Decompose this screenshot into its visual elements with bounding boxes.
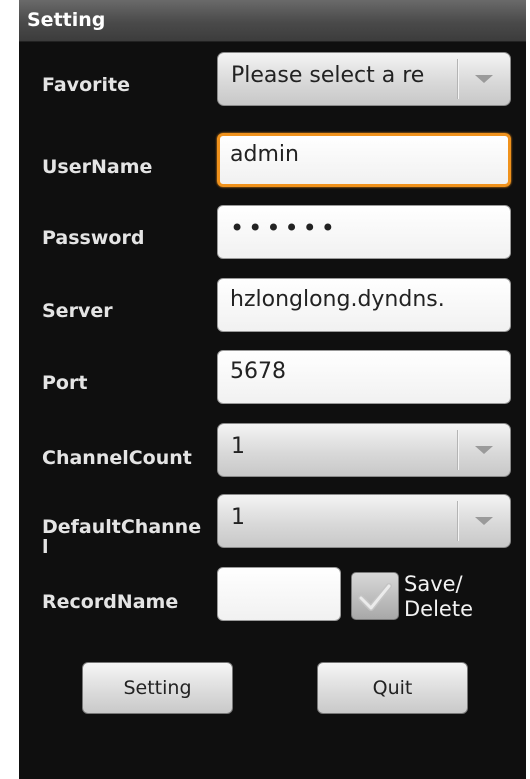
favorite-spinner[interactable]: Please select a re [217, 52, 511, 106]
username-field[interactable]: admin [217, 133, 511, 187]
page-title: Setting [27, 9, 106, 31]
favorite-value: Please select a re [231, 63, 425, 88]
username-label: UserName [42, 156, 153, 178]
server-field[interactable]: hzlonglong.dyndns. [217, 278, 511, 332]
record-name-field[interactable] [217, 567, 341, 621]
default-channel-spinner[interactable]: 1 [217, 494, 511, 548]
title-bar: Setting [19, 0, 526, 42]
channel-count-label: ChannelCount [42, 447, 192, 469]
default-channel-value: 1 [231, 505, 245, 530]
spinner-divider [457, 501, 458, 541]
server-label: Server [42, 300, 113, 322]
port-field[interactable]: 5678 [217, 350, 511, 404]
save-delete-checkbox[interactable] [351, 572, 399, 620]
chevron-down-icon [475, 517, 493, 525]
favorite-label: Favorite [42, 74, 130, 96]
spinner-divider [457, 59, 458, 99]
quit-button[interactable]: Quit [317, 662, 468, 714]
default-channel-label: DefaultChannel [42, 517, 202, 558]
channel-count-value: 1 [231, 434, 245, 459]
channel-count-spinner[interactable]: 1 [217, 423, 511, 477]
password-label: Password [42, 227, 145, 249]
app-screen: Setting Favorite Please select a re User… [19, 0, 526, 779]
checkmark-icon [358, 583, 392, 611]
spinner-divider [457, 430, 458, 470]
setting-button[interactable]: Setting [82, 662, 233, 714]
chevron-down-icon [475, 75, 493, 83]
password-field[interactable]: •••••• [217, 205, 511, 259]
save-delete-label: Save/ Delete [404, 572, 473, 621]
record-name-label: RecordName [42, 591, 179, 613]
chevron-down-icon [475, 446, 493, 454]
port-label: Port [42, 372, 88, 394]
